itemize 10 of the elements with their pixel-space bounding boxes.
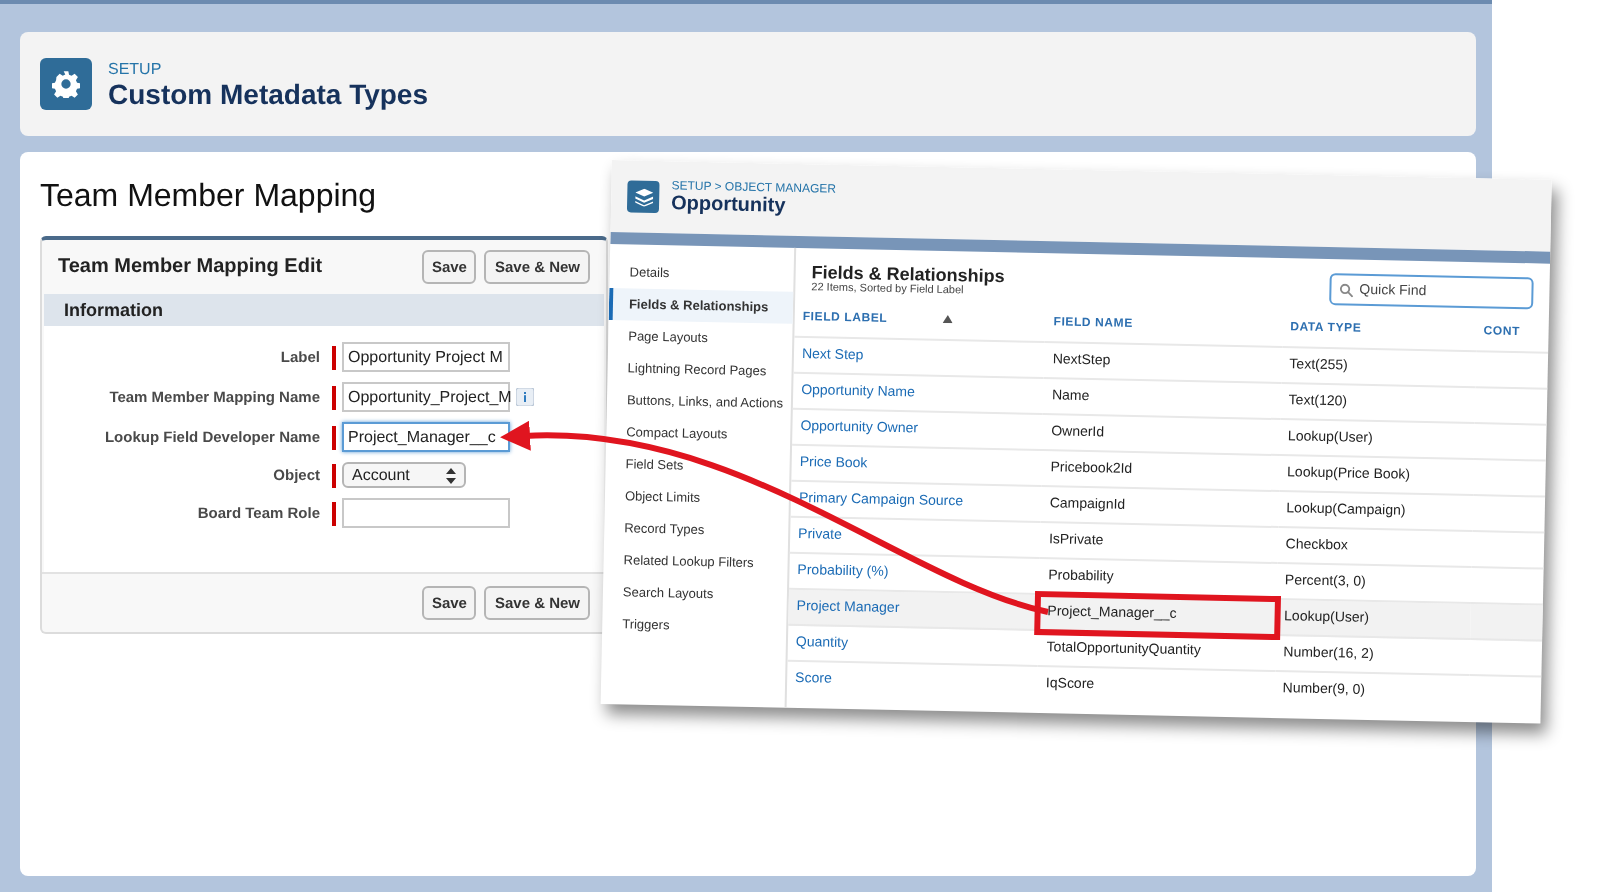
input-field[interactable]: Opportunity_Project_M: [342, 382, 510, 412]
input-field[interactable]: Opportunity Project M: [342, 342, 510, 372]
object-title: Opportunity: [670, 192, 786, 218]
page-heading: Team Member Mapping: [40, 180, 377, 216]
page-title: Custom Metadata Types: [108, 77, 428, 109]
form-title: Team Member Mapping Edit: [58, 256, 325, 278]
section-header: Information: [44, 294, 604, 326]
breadcrumb: SETUP: [108, 59, 164, 77]
input-field[interactable]: Project_Manager__c: [342, 422, 510, 452]
object-dropdown[interactable]: Account: [342, 462, 466, 488]
